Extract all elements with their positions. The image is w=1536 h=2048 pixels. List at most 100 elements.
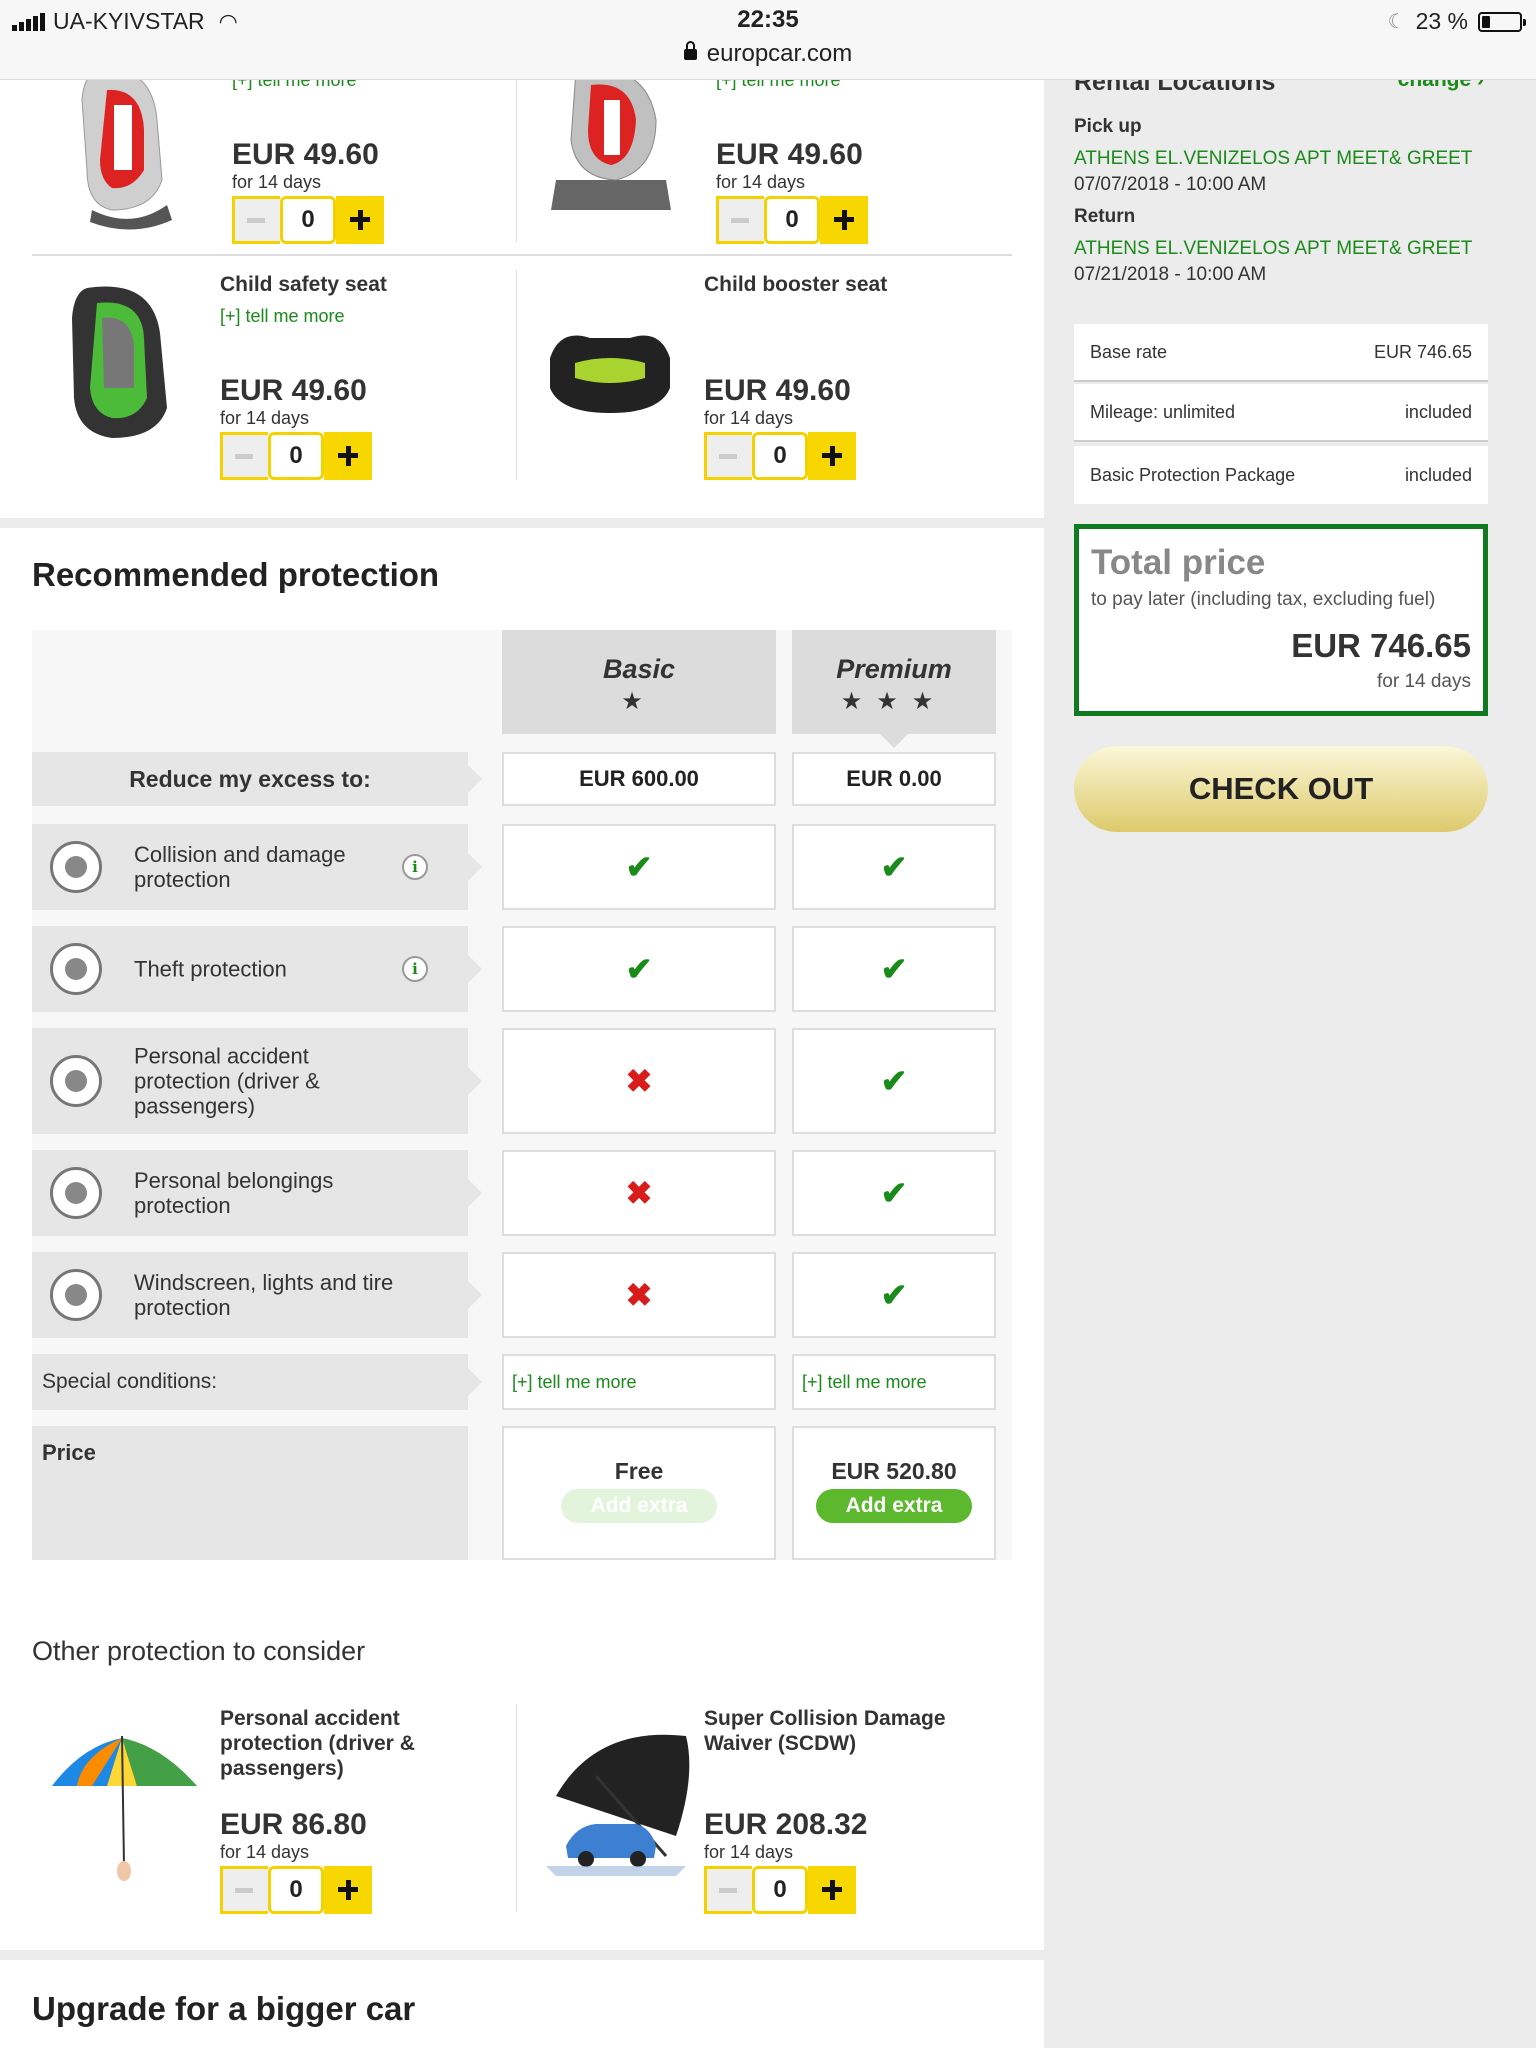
extra-price: EUR 49.60 [220, 374, 367, 407]
increase-button[interactable] [336, 196, 384, 244]
premium-collision-cell: ✔ [792, 824, 996, 910]
quantity-field[interactable]: 0 [268, 432, 324, 480]
special-label: Special conditions: [42, 1370, 218, 1393]
upgrade-panel: Upgrade for a bigger car [0, 1960, 1044, 2048]
tell-me-more-link[interactable]: [+] tell me more [220, 306, 345, 327]
increase-button[interactable] [324, 1866, 372, 1914]
basic-accident-cell: ✖ [502, 1028, 776, 1134]
address-bar[interactable]: europcar.com [0, 40, 1536, 68]
info-icon[interactable]: i [402, 854, 428, 880]
plan-stars: ★ [621, 688, 657, 715]
extra-price: EUR 49.60 [704, 374, 851, 407]
infant-seat-image [551, 68, 671, 210]
status-right: ☾ 23 % [1387, 8, 1526, 35]
extra-item: Child booster seat EUR 49.60 for 14 days… [484, 270, 970, 490]
rate-value: EUR 746.65 [1373, 341, 1472, 362]
quantity-stepper: 0 [220, 1866, 372, 1914]
other-protection-item: Personal accident protection (driver & p… [0, 1696, 486, 1916]
increase-button[interactable] [808, 432, 856, 480]
rate-row-protection: Basic Protection Package included [1074, 446, 1488, 504]
tire-icon [50, 1269, 102, 1321]
url-text: europcar.com [706, 40, 853, 67]
rate-label: Base rate [1090, 341, 1168, 362]
premium-theft-cell: ✔ [792, 926, 996, 1012]
child-seat-image [81, 69, 172, 230]
checkout-button[interactable]: CHECK OUT [1074, 746, 1488, 832]
premium-price-cell: EUR 520.80 Add extra [792, 1426, 996, 1560]
rate-label: Mileage: unlimited [1090, 401, 1236, 422]
quantity-field[interactable]: 0 [752, 432, 808, 480]
rate-row-mileage: Mileage: unlimited included [1074, 384, 1488, 442]
premium-accident-cell: ✔ [792, 1028, 996, 1134]
quantity-field[interactable]: 0 [752, 1866, 808, 1914]
quantity-field[interactable]: 0 [280, 196, 336, 244]
check-icon: ✔ [625, 849, 653, 885]
protection-price: EUR 208.32 [704, 1808, 868, 1841]
quantity-stepper: 0 [716, 196, 868, 244]
row-windscreen: Windscreen, lights and tire protection [32, 1252, 482, 1338]
cross-icon: ✖ [625, 1175, 653, 1211]
car-umbrella-image [546, 1734, 690, 1876]
premium-belongings-cell: ✔ [792, 1150, 996, 1236]
row-label: Collision and damage protection [134, 842, 346, 892]
decrease-button[interactable] [232, 196, 280, 244]
add-extra-button[interactable]: Add extra [815, 1489, 973, 1523]
moon-icon: ☾ [1387, 11, 1406, 33]
decrease-button[interactable] [704, 432, 752, 480]
total-price-box: Total price to pay later (including tax,… [1074, 524, 1488, 716]
protection-name: Personal accident protection (driver & p… [220, 1707, 415, 1780]
extra-item: [+] tell me more EUR 49.60 for 14 days 0 [496, 50, 982, 250]
quantity-stepper: 0 [704, 1866, 856, 1914]
decrease-button[interactable] [716, 196, 764, 244]
total-note: to pay later (including tax, excluding f… [1091, 589, 1436, 610]
price-row-label: Price [32, 1426, 468, 1560]
quantity-field[interactable]: 0 [268, 1866, 324, 1914]
battery-icon [1478, 11, 1526, 32]
increase-button[interactable] [808, 1866, 856, 1914]
protection-price: EUR 86.80 [220, 1808, 367, 1841]
quantity-stepper: 0 [220, 432, 372, 480]
quantity-stepper: 0 [232, 196, 384, 244]
seatbelt-icon [50, 1055, 102, 1107]
rate-label: Basic Protection Package [1090, 464, 1296, 485]
quantity-field[interactable]: 0 [764, 196, 820, 244]
check-icon: ✔ [880, 1175, 908, 1211]
extra-price: EUR 49.60 [232, 138, 379, 171]
plan-header-premium: Premium ★★★ [792, 630, 996, 748]
row-collision: Collision and damage protection i [32, 824, 482, 910]
status-bar: UA-KYIVSTAR ◠ 22:35 europcar.com ☾ 23 % [0, 0, 1536, 80]
row-label: Personal accident protection (driver & p… [134, 1043, 320, 1119]
extra-period: for 14 days [220, 408, 310, 428]
extra-item: Child safety seat [+] tell me more EUR 4… [0, 270, 486, 490]
tell-me-more-link[interactable]: [+] tell me more [512, 1372, 637, 1393]
increase-button[interactable] [820, 196, 868, 244]
price-label: Price [42, 1440, 96, 1465]
extra-period: for 14 days [716, 172, 806, 192]
plan-name: Premium [836, 654, 952, 684]
booster-seat-image [550, 335, 670, 413]
decrease-button[interactable] [220, 1866, 268, 1914]
row-label: Windscreen, lights and tire protection [134, 1270, 394, 1320]
check-icon: ✔ [880, 849, 908, 885]
increase-button[interactable] [324, 432, 372, 480]
lock-icon [683, 41, 697, 60]
check-icon: ✔ [880, 1277, 908, 1313]
pickup-location[interactable]: ATHENS EL.VENIZELOS APT MEET& GREET [1074, 148, 1472, 170]
check-icon: ✔ [880, 951, 908, 987]
info-icon[interactable]: i [402, 956, 428, 982]
car-damage-icon [50, 841, 102, 893]
check-icon: ✔ [625, 951, 653, 987]
row-label: Theft protection [134, 956, 287, 982]
decrease-button[interactable] [704, 1866, 752, 1914]
excess-label: Reduce my excess to: [129, 766, 371, 792]
suitcase-icon [50, 1167, 102, 1219]
return-location[interactable]: ATHENS EL.VENIZELOS APT MEET& GREET [1074, 238, 1472, 260]
rate-row-base: Base rate EUR 746.65 [1074, 324, 1488, 382]
extra-name: Child safety seat [220, 273, 387, 296]
tell-me-more-link[interactable]: [+] tell me more [802, 1372, 927, 1393]
excess-value: EUR 0.00 [846, 766, 942, 791]
basic-collision-cell: ✔ [502, 824, 776, 910]
plan-price: Free [614, 1458, 664, 1484]
decrease-button[interactable] [220, 432, 268, 480]
cross-icon: ✖ [625, 1063, 653, 1099]
